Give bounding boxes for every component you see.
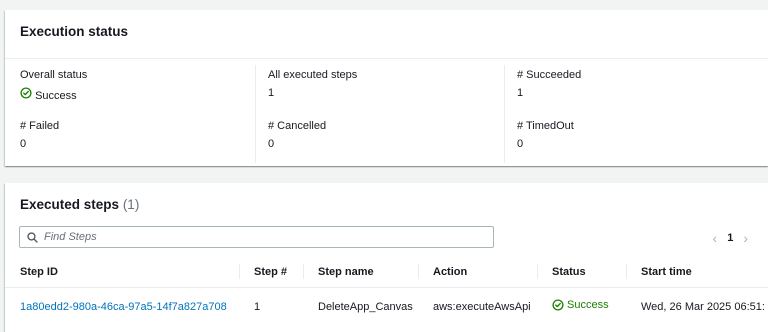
cancelled-field: # Cancelled 0 xyxy=(268,120,326,150)
status-badge: Success xyxy=(552,299,609,311)
table-header-row: Step ID Step # Step name Action Status S… xyxy=(5,256,768,288)
step-id-link[interactable]: 1a80edd2-980a-46ca-97a5-14f7a827a708 xyxy=(20,301,227,313)
overall-status-label: Overall status xyxy=(20,69,88,81)
step-name-cell: DeleteApp_Canvas xyxy=(318,300,413,313)
check-circle-icon xyxy=(552,299,564,311)
execution-status-title: Execution status xyxy=(20,24,129,39)
all-executed-steps-field: All executed steps 1 xyxy=(268,69,357,99)
column-header-start-time[interactable]: Start time xyxy=(626,256,768,288)
execution-status-panel: Execution status Overall status Success … xyxy=(5,10,768,166)
timedout-field: # TimedOut 0 xyxy=(517,120,574,150)
chevron-left-icon[interactable]: ‹ xyxy=(713,230,718,246)
executed-steps-title-text: Executed steps xyxy=(20,197,120,212)
header-divider xyxy=(5,58,768,59)
step-id-cell: 1a80edd2-980a-46ca-97a5-14f7a827a708 xyxy=(5,288,239,325)
executed-steps-title: Executed steps (1) xyxy=(20,197,139,212)
find-steps-input[interactable] xyxy=(44,231,474,243)
start-time-cell: Wed, 26 Mar 2025 06:51: xyxy=(641,300,765,313)
succeeded-field: # Succeeded 1 xyxy=(517,69,581,99)
column-header-action[interactable]: Action xyxy=(418,256,537,288)
column-header-status[interactable]: Status xyxy=(537,256,626,288)
succeeded-value: 1 xyxy=(517,87,524,99)
timedout-value: 0 xyxy=(517,138,524,150)
failed-field: # Failed 0 xyxy=(20,120,59,150)
find-steps-search xyxy=(19,226,494,248)
table-row: 1a80edd2-980a-46ca-97a5-14f7a827a708 1 D… xyxy=(5,288,768,325)
executed-steps-count: (1) xyxy=(122,197,140,212)
overall-status-field: Overall status Success xyxy=(20,69,87,102)
column-separator xyxy=(255,65,256,163)
executed-steps-table: Step ID Step # Step name Action Status S… xyxy=(5,256,768,324)
action-cell: aws:executeAwsApi xyxy=(433,300,531,313)
status-text: Success xyxy=(567,299,609,311)
column-header-step-name[interactable]: Step name xyxy=(303,256,418,288)
executed-steps-panel: Executed steps (1) ‹ 1 › Step ID Step # … xyxy=(5,183,768,332)
status-cell: Success xyxy=(537,288,626,325)
page-number[interactable]: 1 xyxy=(727,232,733,244)
failed-value: 0 xyxy=(20,138,27,150)
cancelled-value: 0 xyxy=(268,138,275,150)
cancelled-label: # Cancelled xyxy=(268,120,327,132)
check-circle-icon xyxy=(20,87,32,99)
chevron-right-icon[interactable]: › xyxy=(743,230,748,246)
failed-label: # Failed xyxy=(20,120,60,132)
timedout-label: # TimedOut xyxy=(517,120,574,132)
all-executed-steps-value: 1 xyxy=(268,87,275,99)
search-icon xyxy=(27,231,38,243)
all-executed-steps-label: All executed steps xyxy=(268,69,358,81)
overall-status-text: Success xyxy=(35,90,77,102)
column-header-step-number[interactable]: Step # xyxy=(239,256,303,288)
pagination: ‹ 1 › xyxy=(713,230,748,246)
overall-status-value: Success xyxy=(20,87,87,102)
column-separator xyxy=(504,65,505,163)
step-number-cell: 1 xyxy=(254,300,261,313)
column-header-step-id[interactable]: Step ID xyxy=(5,256,239,288)
succeeded-label: # Succeeded xyxy=(517,69,582,81)
